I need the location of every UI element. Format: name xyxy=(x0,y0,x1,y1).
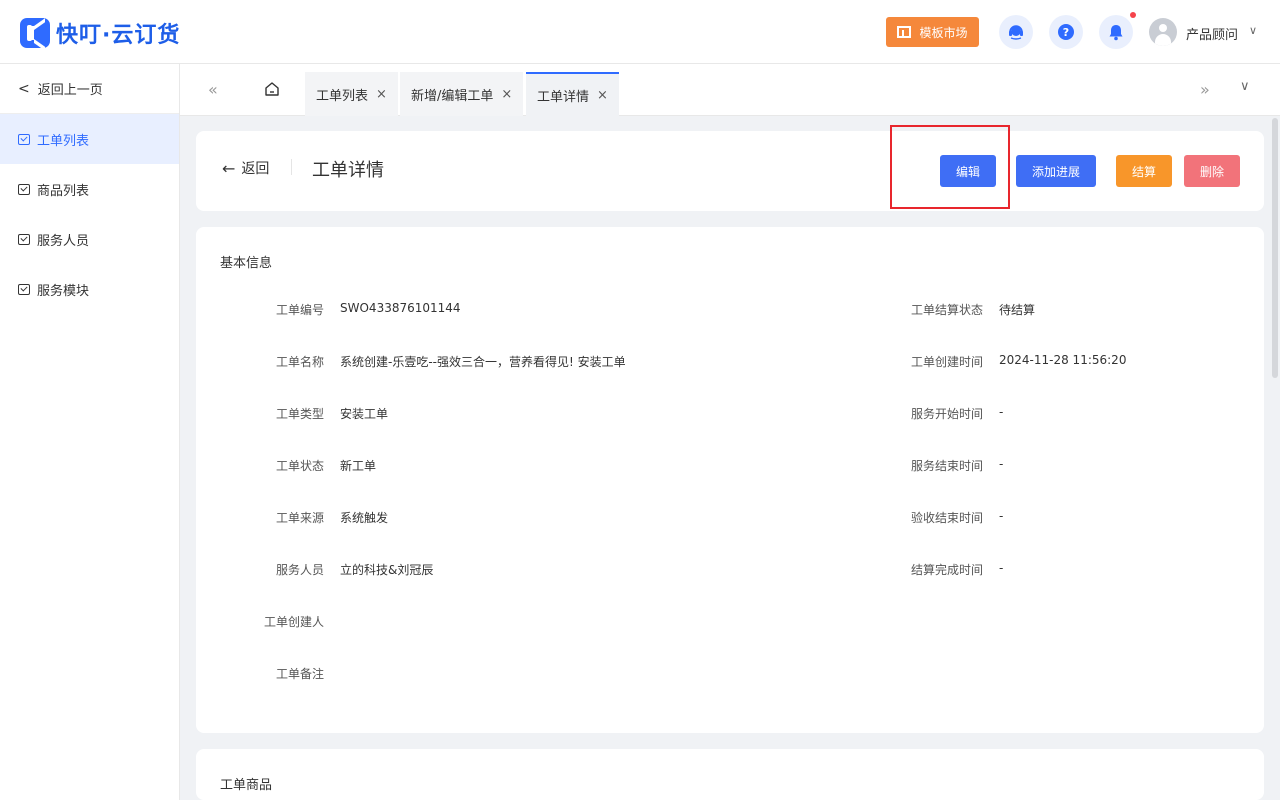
chevron-left-icon: < xyxy=(18,80,30,97)
detail-header-card: ← 返回 工单详情 编辑 添加进展 结算 删除 xyxy=(196,131,1264,211)
user-name[interactable]: 产品顾问 xyxy=(1186,24,1238,43)
page-title: 工单详情 xyxy=(312,160,384,181)
arrow-left-icon: ← xyxy=(222,158,236,178)
tab-label: 工单详情 xyxy=(537,89,590,105)
tab-label: 新增/编辑工单 xyxy=(411,88,494,104)
tabs-bar: « 工单列表 × 新增/编辑工单 × 工单详情 × » ∨ xyxy=(180,64,1280,116)
notification-button[interactable] xyxy=(1099,15,1133,49)
acceptance-end-time: - xyxy=(999,509,1004,523)
tab-label: 工单列表 xyxy=(316,88,369,104)
double-chevron-right-icon[interactable]: » xyxy=(1200,80,1210,99)
sidebar-item-products[interactable]: 商品列表 xyxy=(0,164,179,214)
basic-info-card: 基本信息 工单编号 SWO433876101144 工单名称 系统创建-乐壹吃-… xyxy=(196,227,1264,733)
back-previous-label: 返回上一页 xyxy=(37,83,103,98)
tab-work-order-detail[interactable]: 工单详情 × xyxy=(526,72,619,116)
service-staff: 立的科技&刘冠辰 xyxy=(340,563,434,577)
work-order-status: 新工单 xyxy=(340,459,377,473)
home-icon[interactable] xyxy=(264,81,280,97)
close-icon[interactable]: × xyxy=(376,87,387,102)
customer-service-button[interactable] xyxy=(999,15,1033,49)
svg-text:?: ? xyxy=(1063,26,1069,39)
sidebar-item-label: 服务模块 xyxy=(37,283,90,299)
back-button[interactable]: ← 返回 xyxy=(222,158,269,178)
field-label: 工单名称 xyxy=(275,355,324,369)
question-icon: ? xyxy=(1058,24,1074,40)
field-label: 服务开始时间 xyxy=(910,407,983,421)
avatar[interactable] xyxy=(1149,18,1177,46)
back-previous-page[interactable]: < 返回上一页 xyxy=(0,64,179,114)
created-time: 2024-11-28 11:56:20 xyxy=(999,353,1127,367)
field-label: 服务人员 xyxy=(275,563,324,577)
bell-icon xyxy=(1109,24,1123,40)
chevron-down-icon[interactable]: ∨ xyxy=(1240,79,1250,94)
sidebar-item-label: 工单列表 xyxy=(37,133,90,149)
field-label: 工单来源 xyxy=(275,511,324,525)
close-icon[interactable]: × xyxy=(501,87,512,102)
sidebar-item-label: 服务人员 xyxy=(37,233,90,249)
app-logo[interactable]: 快叮·云订货 xyxy=(20,17,180,49)
field-label: 结算完成时间 xyxy=(910,563,983,577)
template-market-label: 模板市场 xyxy=(919,25,968,40)
highlight-box xyxy=(890,125,1010,209)
section-title: 工单商品 xyxy=(220,778,273,793)
app-name: 快叮·云订货 xyxy=(56,23,181,48)
sidebar-item-service-modules[interactable]: 服务模块 xyxy=(0,264,179,314)
service-start-time: - xyxy=(999,405,1004,419)
field-label: 验收结束时间 xyxy=(910,511,983,525)
chevron-down-icon[interactable]: ∨ xyxy=(1249,24,1257,37)
tab-work-order-list[interactable]: 工单列表 × xyxy=(305,72,398,116)
mail-check-icon xyxy=(18,283,30,295)
headset-icon xyxy=(1009,25,1023,40)
top-header: 快叮·云订货 模板市场 ? 产品顾问 ∨ xyxy=(0,0,1280,64)
template-icon xyxy=(897,26,912,38)
mail-check-icon xyxy=(18,133,30,145)
sidebar-item-service-staff[interactable]: 服务人员 xyxy=(0,214,179,264)
field-label: 工单备注 xyxy=(275,667,324,681)
add-progress-button[interactable]: 添加进展 xyxy=(1016,155,1096,187)
notification-badge xyxy=(1130,12,1136,18)
work-order-type: 安装工单 xyxy=(340,407,389,421)
field-label: 工单创建时间 xyxy=(910,355,983,369)
mail-check-icon xyxy=(18,233,30,245)
work-order-source: 系统触发 xyxy=(340,511,389,525)
sidebar-item-label: 商品列表 xyxy=(37,183,90,199)
logo-icon xyxy=(20,18,50,48)
work-order-name: 系统创建-乐壹吃--强效三合一，营养看得见! 安装工单 xyxy=(340,355,626,369)
service-end-time: - xyxy=(999,457,1004,471)
field-label: 工单创建人 xyxy=(263,615,324,629)
field-label: 工单状态 xyxy=(275,459,324,473)
field-label: 工单类型 xyxy=(275,407,324,421)
settlement-complete-time: - xyxy=(999,561,1004,575)
settlement-status: 待结算 xyxy=(999,303,1036,317)
delete-button[interactable]: 删除 xyxy=(1184,155,1240,187)
field-label: 工单编号 xyxy=(275,303,324,317)
help-button[interactable]: ? xyxy=(1049,15,1083,49)
scrollbar[interactable] xyxy=(1272,118,1278,378)
template-market-button[interactable]: 模板市场 xyxy=(886,17,979,47)
section-title: 基本信息 xyxy=(220,256,273,271)
goods-card: 工单商品 xyxy=(196,749,1264,800)
close-icon[interactable]: × xyxy=(597,88,608,103)
field-label: 服务结束时间 xyxy=(910,459,983,473)
field-label: 工单结算状态 xyxy=(910,303,983,317)
work-order-number: SWO433876101144 xyxy=(340,301,461,315)
double-chevron-left-icon[interactable]: « xyxy=(208,80,218,99)
sidebar-item-work-orders[interactable]: 工单列表 xyxy=(0,114,179,164)
sidebar: < 返回上一页 工单列表 商品列表 服务人员 服务模块 xyxy=(0,64,180,800)
settle-button[interactable]: 结算 xyxy=(1116,155,1172,187)
back-label: 返回 xyxy=(241,161,270,177)
divider xyxy=(291,159,292,175)
mail-check-icon xyxy=(18,183,30,195)
tab-add-edit-work-order[interactable]: 新增/编辑工单 × xyxy=(400,72,524,116)
